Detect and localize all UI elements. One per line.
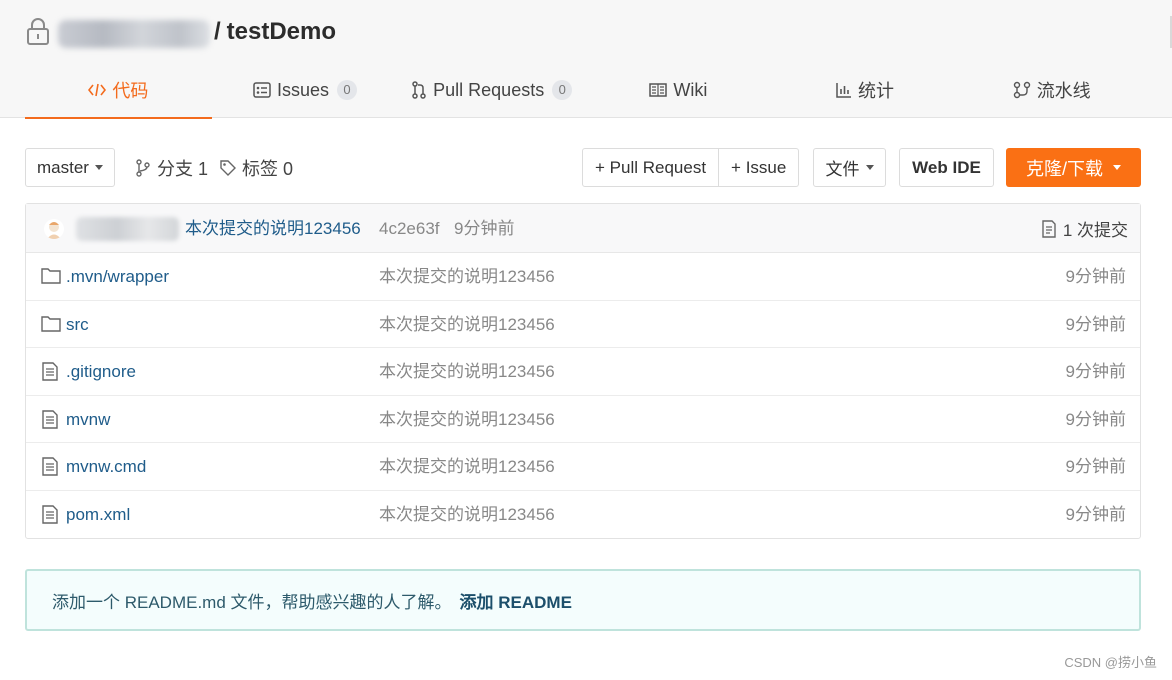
file-row[interactable]: .mvn/wrapper 本次提交的说明123456 9分钟前 [26, 253, 1140, 301]
readme-notice: 添加一个 README.md 文件，帮助感兴趣的人了解。 添加 README [25, 569, 1141, 631]
file-row[interactable]: src 本次提交的说明123456 9分钟前 [26, 301, 1140, 349]
commit-count-label: 1 次提交 [1062, 221, 1128, 240]
file-commit-time: 9分钟前 [1065, 457, 1126, 477]
branch-icon [136, 158, 150, 177]
latest-commit-bar: 本次提交的说明123456 4c2e63f 9分钟前 1 次提交 [26, 204, 1140, 253]
file-commit-time: 9分钟前 [1065, 409, 1126, 429]
tab-pipeline[interactable]: 流水线 [958, 62, 1145, 118]
file-row[interactable]: .gitignore 本次提交的说明123456 9分钟前 [26, 348, 1140, 396]
tag-icon [220, 159, 236, 176]
pull-requests-count-badge: 0 [552, 80, 573, 100]
folder-icon [41, 315, 61, 332]
new-issue-button[interactable]: + Issue [718, 149, 798, 186]
new-pull-request-button[interactable]: + Pull Request [583, 149, 718, 186]
avatar[interactable] [44, 219, 64, 239]
tab-label: 流水线 [1036, 81, 1091, 101]
owner-name-redacted[interactable] [58, 20, 210, 48]
tab-issues[interactable]: Issues 0 [212, 62, 399, 118]
file-row[interactable]: mvnw 本次提交的说明123456 9分钟前 [26, 396, 1140, 444]
branch-name: master [37, 157, 89, 177]
file-commit-message[interactable]: 本次提交的说明123456 [379, 348, 555, 395]
file-commit-message[interactable]: 本次提交的说明123456 [379, 491, 555, 538]
file-menu-label: 文件 [825, 160, 860, 179]
tab-pull-requests[interactable]: Pull Requests 0 [398, 62, 585, 118]
chevron-down-icon [94, 165, 103, 170]
web-ide-button[interactable]: Web IDE [899, 148, 994, 187]
file-name[interactable]: .gitignore [66, 348, 136, 395]
commit-sha[interactable]: 4c2e63f [379, 204, 440, 253]
file-text-icon [42, 410, 58, 429]
repo-title[interactable]: / testDemo [214, 16, 336, 48]
author-name-redacted[interactable] [76, 217, 179, 241]
stats-chart-icon [836, 82, 852, 98]
file-text-icon [42, 362, 58, 381]
file-name[interactable]: pom.xml [66, 491, 130, 538]
chevron-down-icon [865, 165, 874, 170]
tab-label: Issues [276, 79, 330, 100]
tab-stats[interactable]: 统计 [772, 62, 959, 118]
repo-header: / testDemo 代码 Issues 0 Pull Requests 0 W… [0, 0, 1172, 119]
file-commit-message[interactable]: 本次提交的说明123456 [379, 253, 555, 300]
pull-request-icon [411, 81, 427, 99]
chevron-down-icon [1113, 165, 1121, 170]
file-commit-message[interactable]: 本次提交的说明123456 [379, 301, 555, 348]
commit-count-link[interactable]: 1 次提交 [1041, 204, 1128, 253]
branch-select[interactable]: master [25, 148, 115, 187]
new-item-button-group: + Pull Request + Issue [582, 148, 800, 187]
lock-icon [27, 18, 49, 45]
tab-code[interactable]: 代码 [25, 62, 212, 119]
branches-label: 分支 1 [157, 158, 209, 179]
repo-name[interactable]: testDemo [227, 18, 336, 45]
file-commit-message[interactable]: 本次提交的说明123456 [379, 396, 555, 443]
file-menu-button[interactable]: 文件 [813, 148, 886, 187]
add-readme-link[interactable]: 添加 README [460, 588, 572, 613]
tab-label: Pull Requests [433, 79, 545, 100]
tab-label: 代码 [112, 81, 149, 101]
commit-time: 9分钟前 [454, 219, 515, 238]
clone-label: 克隆/下载 [1025, 158, 1103, 179]
file-row[interactable]: mvnw.cmd 本次提交的说明123456 9分钟前 [26, 443, 1140, 491]
path-separator: / [214, 18, 221, 45]
file-name[interactable]: .mvn/wrapper [66, 253, 169, 300]
file-name[interactable]: src [66, 301, 89, 348]
wiki-book-icon [649, 83, 668, 97]
tags-link[interactable]: 标签 0 [220, 148, 293, 187]
branches-link[interactable]: 分支 1 [135, 148, 208, 187]
commit-message[interactable]: 本次提交的说明123456 [185, 204, 361, 253]
clone-download-button[interactable]: 克隆/下载 [1006, 148, 1141, 187]
tab-label: 统计 [858, 81, 895, 101]
file-text-icon [42, 457, 58, 477]
file-name[interactable]: mvnw [66, 396, 110, 443]
commit-log-icon [1042, 219, 1056, 238]
file-commit-time: 9分钟前 [1065, 504, 1126, 524]
file-commit-time: 9分钟前 [1065, 362, 1126, 382]
folder-icon [41, 268, 61, 284]
file-commit-time: 9分钟前 [1065, 314, 1126, 334]
tab-wiki[interactable]: Wiki [585, 62, 772, 118]
readme-notice-text: 添加一个 README.md 文件，帮助感兴趣的人了解。 [52, 592, 452, 612]
tags-label: 标签 0 [242, 158, 294, 179]
pipeline-icon [1013, 81, 1031, 99]
file-commit-message[interactable]: 本次提交的说明123456 [379, 443, 555, 490]
file-list: 本次提交的说明123456 4c2e63f 9分钟前 1 次提交 .mvn/wr… [25, 203, 1141, 539]
file-text-icon [42, 505, 58, 524]
file-commit-time: 9分钟前 [1065, 267, 1126, 286]
tab-label: Wiki [673, 79, 708, 100]
file-row[interactable]: pom.xml 本次提交的说明123456 9分钟前 [26, 491, 1140, 539]
code-icon [88, 82, 107, 98]
file-name[interactable]: mvnw.cmd [66, 443, 146, 490]
issues-count-badge: 0 [337, 80, 358, 100]
watermark: CSDN @捞小鱼 [1064, 655, 1157, 670]
issues-icon [253, 82, 271, 98]
repo-tabs: 代码 Issues 0 Pull Requests 0 Wiki 统计 流水线 [25, 62, 1145, 119]
